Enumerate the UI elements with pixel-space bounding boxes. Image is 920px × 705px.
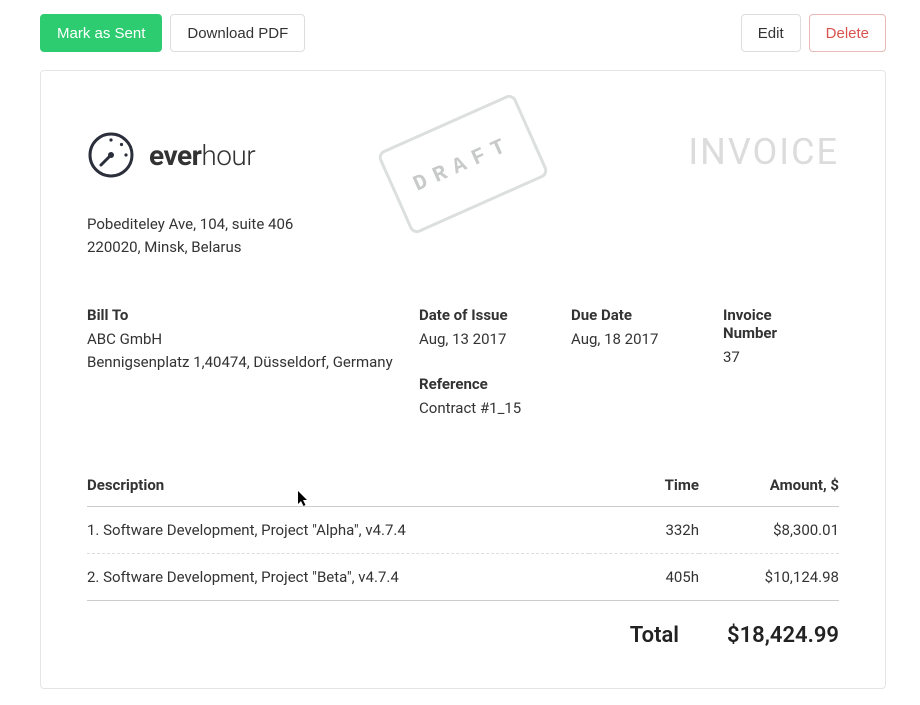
edit-button[interactable]: Edit <box>741 14 801 52</box>
total-value: $18,424.99 <box>727 623 839 648</box>
invoice-number-value: 37 <box>723 346 819 369</box>
toolbar: Mark as Sent Download PDF Edit Delete <box>0 0 920 52</box>
line-items-table: Description Time Amount, $ 1. Software D… <box>87 476 839 601</box>
invoice-header: everhour INVOICE <box>87 131 839 179</box>
line-amount: $8,300.01 <box>699 507 839 554</box>
col-time: Time <box>589 476 699 507</box>
total-row: Total $18,424.99 <box>87 623 839 648</box>
brand-text: everhour <box>149 139 255 172</box>
line-time: 332h <box>589 507 699 554</box>
table-row: 1. Software Development, Project "Alpha"… <box>87 507 839 554</box>
invoice-number-label: Invoice Number <box>723 306 819 342</box>
reference-value: Contract #1_15 <box>419 397 551 420</box>
line-desc: 1. Software Development, Project "Alpha"… <box>87 507 589 554</box>
invoice-card: everhour INVOICE DRAFT Pobediteley Ave, … <box>40 70 886 689</box>
date-of-issue-label: Date of Issue <box>419 306 551 324</box>
line-amount: $10,124.98 <box>699 554 839 601</box>
invoice-meta: Bill To ABC GmbH Bennigsenplatz 1,40474,… <box>87 306 839 421</box>
due-date-block: Due Date Aug, 18 2017 <box>571 306 723 421</box>
line-desc: 2. Software Development, Project "Beta",… <box>87 554 589 601</box>
mark-as-sent-button[interactable]: Mark as Sent <box>40 14 162 52</box>
bill-to-address: Bennigsenplatz 1,40474, Düsseldorf, Germ… <box>87 351 399 374</box>
from-line2: 220020, Minsk, Belarus <box>87 236 839 259</box>
from-address: Pobediteley Ave, 104, suite 406 220020, … <box>87 213 839 260</box>
col-description: Description <box>87 476 589 507</box>
invoice-number-block: Invoice Number 37 <box>723 306 839 421</box>
bill-to-label: Bill To <box>87 306 399 324</box>
date-of-issue-block: Date of Issue Aug, 13 2017 Reference Con… <box>419 306 571 421</box>
total-label: Total <box>630 623 679 648</box>
invoice-heading: INVOICE <box>688 131 839 173</box>
bill-to-block: Bill To ABC GmbH Bennigsenplatz 1,40474,… <box>87 306 419 421</box>
date-of-issue-value: Aug, 13 2017 <box>419 328 551 351</box>
reference-label: Reference <box>419 375 551 393</box>
due-date-value: Aug, 18 2017 <box>571 328 703 351</box>
from-line1: Pobediteley Ave, 104, suite 406 <box>87 213 839 236</box>
bill-to-name: ABC GmbH <box>87 328 399 351</box>
delete-button[interactable]: Delete <box>809 14 886 52</box>
table-row: 2. Software Development, Project "Beta",… <box>87 554 839 601</box>
clock-icon <box>87 131 135 179</box>
download-pdf-button[interactable]: Download PDF <box>170 14 305 52</box>
brand-logo: everhour <box>87 131 255 179</box>
line-time: 405h <box>589 554 699 601</box>
due-date-label: Due Date <box>571 306 703 324</box>
col-amount: Amount, $ <box>699 476 839 507</box>
